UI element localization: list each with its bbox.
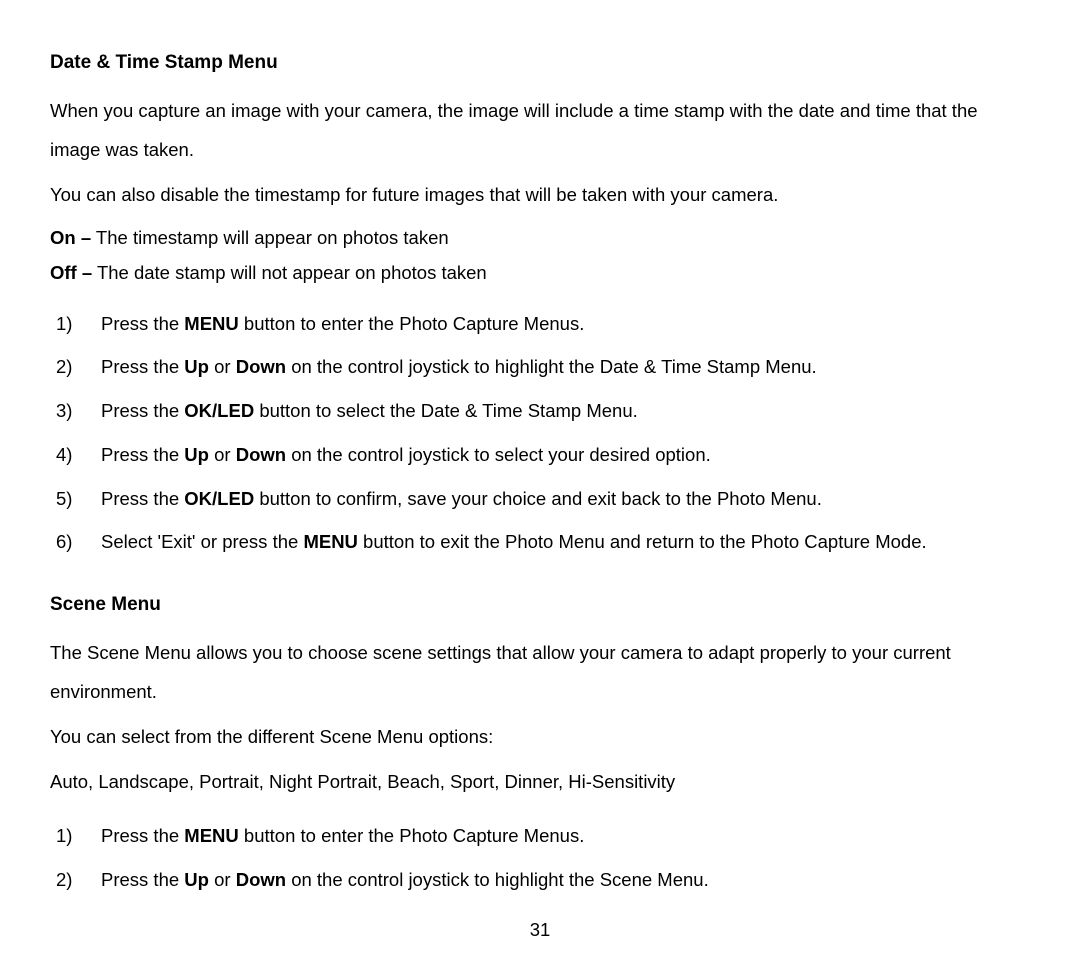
list-item: 1) Press the MENU button to enter the Ph…: [50, 310, 1030, 338]
step-number: 4): [50, 441, 101, 469]
step-number: 1): [50, 822, 101, 850]
para-scene-2: You can select from the different Scene …: [50, 718, 1030, 757]
step-number: 2): [50, 866, 101, 894]
step-text: Press the OK/LED button to select the Da…: [101, 397, 1030, 425]
heading-date-time: Date & Time Stamp Menu: [50, 48, 1030, 78]
step-text: Press the Up or Down on the control joys…: [101, 866, 1030, 894]
list-item: 3) Press the OK/LED button to select the…: [50, 397, 1030, 425]
on-label: On –: [50, 227, 91, 248]
step-text: Press the MENU button to enter the Photo…: [101, 310, 1030, 338]
page-number: 31: [50, 915, 1030, 945]
para-intro-2: You can also disable the timestamp for f…: [50, 176, 1030, 215]
heading-scene: Scene Menu: [50, 590, 1030, 620]
step-text: Press the OK/LED button to confirm, save…: [101, 485, 1030, 513]
step-number: 1): [50, 310, 101, 338]
section-date-time-stamp: Date & Time Stamp Menu When you capture …: [50, 48, 1030, 556]
setting-off-line: Off – The date stamp will not appear on …: [50, 256, 1030, 289]
list-item: 5) Press the OK/LED button to confirm, s…: [50, 485, 1030, 513]
para-scene-3: Auto, Landscape, Portrait, Night Portrai…: [50, 763, 1030, 802]
list-item: 2) Press the Up or Down on the control j…: [50, 866, 1030, 894]
step-number: 2): [50, 353, 101, 381]
step-text: Press the MENU button to enter the Photo…: [101, 822, 1030, 850]
step-number: 5): [50, 485, 101, 513]
steps-section1: 1) Press the MENU button to enter the Ph…: [50, 310, 1030, 557]
list-item: 2) Press the Up or Down on the control j…: [50, 353, 1030, 381]
step-text: Select 'Exit' or press the MENU button t…: [101, 528, 1030, 556]
on-text: The timestamp will appear on photos take…: [91, 227, 449, 248]
step-text: Press the Up or Down on the control joys…: [101, 441, 1030, 469]
off-label: Off –: [50, 262, 92, 283]
steps-section2: 1) Press the MENU button to enter the Ph…: [50, 822, 1030, 894]
step-number: 6): [50, 528, 101, 556]
para-scene-1: The Scene Menu allows you to choose scen…: [50, 634, 1030, 712]
step-number: 3): [50, 397, 101, 425]
list-item: 6) Select 'Exit' or press the MENU butto…: [50, 528, 1030, 556]
section-scene-menu: Scene Menu The Scene Menu allows you to …: [50, 590, 1030, 893]
step-text: Press the Up or Down on the control joys…: [101, 353, 1030, 381]
setting-on-line: On – The timestamp will appear on photos…: [50, 221, 1030, 254]
para-intro-1: When you capture an image with your came…: [50, 92, 1030, 170]
list-item: 4) Press the Up or Down on the control j…: [50, 441, 1030, 469]
list-item: 1) Press the MENU button to enter the Ph…: [50, 822, 1030, 850]
off-text: The date stamp will not appear on photos…: [92, 262, 487, 283]
